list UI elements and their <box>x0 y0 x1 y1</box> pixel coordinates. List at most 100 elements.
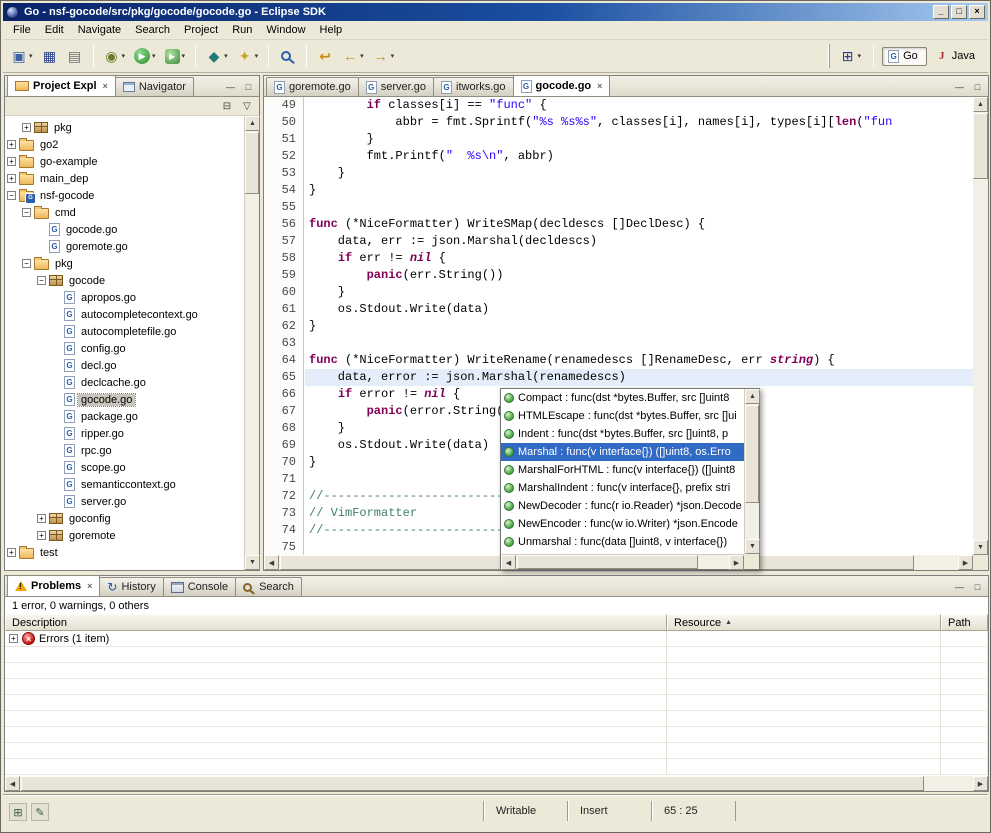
completion-item[interactable]: HTMLEscape : func(dst *bytes.Buffer, src… <box>501 407 744 425</box>
table-row[interactable] <box>5 711 988 727</box>
code-line[interactable]: if err != nil { <box>305 250 973 267</box>
tree-item-go-example[interactable]: +go-example <box>5 153 244 170</box>
scroll-right-button[interactable]: ▶ <box>973 776 988 791</box>
minimize-view-button[interactable]: — <box>222 79 239 94</box>
code-line[interactable]: func (*NiceFormatter) WriteSMap(decldesc… <box>305 216 973 233</box>
row-expander-icon[interactable]: + <box>9 634 18 643</box>
completion-item[interactable]: MarshalIndent : func(v interface{}, pref… <box>501 479 744 497</box>
close-icon[interactable]: × <box>103 81 108 91</box>
menu-edit[interactable]: Edit <box>38 21 71 39</box>
tree-expander-icon[interactable]: − <box>37 276 46 285</box>
scrollbar-thumb[interactable] <box>973 113 988 179</box>
tree-expander-icon[interactable]: + <box>22 123 31 132</box>
problems-tab-history[interactable]: ↻History <box>99 577 163 596</box>
code-line[interactable]: } <box>305 131 973 148</box>
tree-expander-icon[interactable]: + <box>7 140 16 149</box>
run-button[interactable]: ▶▾ <box>130 44 160 68</box>
scroll-down-button[interactable]: ▼ <box>745 539 760 554</box>
explorer-vertical-scrollbar[interactable]: ▲ ▼ <box>244 116 259 570</box>
scrollbar-thumb[interactable] <box>745 405 759 503</box>
scrollbar-thumb[interactable] <box>245 132 259 194</box>
minimize-button[interactable]: _ <box>933 5 949 19</box>
tree-item-main-dep[interactable]: +main_dep <box>5 170 244 187</box>
menu-project[interactable]: Project <box>177 21 225 39</box>
table-row[interactable] <box>5 727 988 743</box>
tree-item-rpc-go[interactable]: rpc.go <box>5 442 244 459</box>
tree-item-pkg[interactable]: +pkg <box>5 119 244 136</box>
tree-expander-icon[interactable]: + <box>7 157 16 166</box>
scroll-down-button[interactable]: ▼ <box>973 540 988 555</box>
code-line[interactable]: } <box>305 165 973 182</box>
table-row[interactable] <box>5 695 988 711</box>
completion-item[interactable]: MarshalForHTML : func(v interface{}) ([]… <box>501 461 744 479</box>
tree-item-go2[interactable]: +go2 <box>5 136 244 153</box>
explorer-tab-project-expl[interactable]: Project Expl× <box>7 75 116 96</box>
table-row[interactable] <box>5 759 988 775</box>
table-row[interactable] <box>5 679 988 695</box>
scroll-down-button[interactable]: ▼ <box>245 555 260 570</box>
menu-navigate[interactable]: Navigate <box>71 21 128 39</box>
new-go-element-button[interactable]: ◆▾ <box>202 44 232 68</box>
tree-item-config-go[interactable]: config.go <box>5 340 244 357</box>
java-perspective-button[interactable]: J Java <box>930 47 984 65</box>
search-button[interactable] <box>275 44 300 68</box>
tree-item-goremote[interactable]: +goremote <box>5 527 244 544</box>
editor-tab-itworks-go[interactable]: itworks.go <box>433 77 514 96</box>
run-external-tools-button[interactable]: ▶▾ <box>161 45 190 68</box>
scroll-up-button[interactable]: ▲ <box>245 116 260 131</box>
problems-horizontal-scrollbar[interactable]: ◀ ▶ <box>5 776 988 791</box>
new-wizard-button[interactable]: ▣▾ <box>7 44 37 68</box>
popup-horizontal-scrollbar[interactable]: ◀ ▶ <box>501 554 744 569</box>
tree-expander-icon[interactable]: − <box>22 259 31 268</box>
tree-item-gocode[interactable]: −gocode <box>5 272 244 289</box>
completion-item[interactable]: NewEncoder : func(w io.Writer) *json.Enc… <box>501 515 744 533</box>
scrollbar-thumb[interactable] <box>517 555 698 569</box>
scroll-up-button[interactable]: ▲ <box>745 389 760 404</box>
scroll-left-button[interactable]: ◀ <box>501 555 516 570</box>
table-row[interactable] <box>5 663 988 679</box>
code-line[interactable]: } <box>305 284 973 301</box>
save-button[interactable]: ▦ <box>38 44 62 68</box>
problems-tab-problems[interactable]: Problems× <box>7 575 100 596</box>
menu-file[interactable]: File <box>6 21 38 39</box>
editor-tab-gocode-go[interactable]: gocode.go× <box>513 75 611 96</box>
column-header-description[interactable]: Description <box>5 614 667 631</box>
go-perspective-button[interactable]: Go <box>882 47 927 66</box>
table-row[interactable] <box>5 647 988 663</box>
close-icon[interactable]: × <box>87 581 92 591</box>
close-icon[interactable]: × <box>597 81 602 91</box>
menu-window[interactable]: Window <box>259 21 312 39</box>
tree-item-apropos-go[interactable]: apropos.go <box>5 289 244 306</box>
tree-item-gocode-go[interactable]: gocode.go <box>5 391 244 408</box>
editor-vertical-scrollbar[interactable]: ▲ ▼ <box>973 97 988 555</box>
scroll-right-button[interactable]: ▶ <box>729 555 744 570</box>
scrollbar-thumb[interactable] <box>21 776 924 791</box>
minimize-view-button[interactable]: — <box>951 579 968 594</box>
minimize-view-button[interactable]: — <box>951 79 968 94</box>
tree-item-test[interactable]: +test <box>5 544 244 561</box>
code-line[interactable] <box>305 335 973 352</box>
tree-item-ripper-go[interactable]: ripper.go <box>5 425 244 442</box>
forward-button[interactable]: →▾ <box>369 44 399 68</box>
code-line[interactable] <box>305 199 973 216</box>
last-edit-location-button[interactable]: ↩ <box>313 44 337 68</box>
tree-item-autocompletefile-go[interactable]: autocompletefile.go <box>5 323 244 340</box>
tree-item-decl-go[interactable]: decl.go <box>5 357 244 374</box>
completion-item[interactable]: Indent : func(dst *bytes.Buffer, src []u… <box>501 425 744 443</box>
problems-tab-search[interactable]: Search <box>235 577 302 596</box>
menu-search[interactable]: Search <box>128 21 177 39</box>
tree-expander-icon[interactable]: + <box>7 548 16 557</box>
maximize-view-button[interactable]: □ <box>969 79 986 94</box>
code-line[interactable]: data, err := json.Marshal(decldescs) <box>305 233 973 250</box>
code-line[interactable]: os.Stdout.Write(data) <box>305 301 973 318</box>
tree-expander-icon[interactable]: + <box>7 174 16 183</box>
scroll-up-button[interactable]: ▲ <box>973 97 988 112</box>
code-line[interactable]: } <box>305 318 973 335</box>
scroll-right-button[interactable]: ▶ <box>958 555 973 570</box>
completion-item[interactable]: Compact : func(dst *bytes.Buffer, src []… <box>501 389 744 407</box>
code-line[interactable]: abbr = fmt.Sprintf("%s %s%s", classes[i]… <box>305 114 973 131</box>
code-line[interactable]: func (*NiceFormatter) WriteRename(rename… <box>305 352 973 369</box>
new-java-element-button[interactable]: ✦▾ <box>233 44 263 68</box>
column-header-resource[interactable]: Resource▲ <box>667 614 941 631</box>
tree-item-semanticcontext-go[interactable]: semanticcontext.go <box>5 476 244 493</box>
